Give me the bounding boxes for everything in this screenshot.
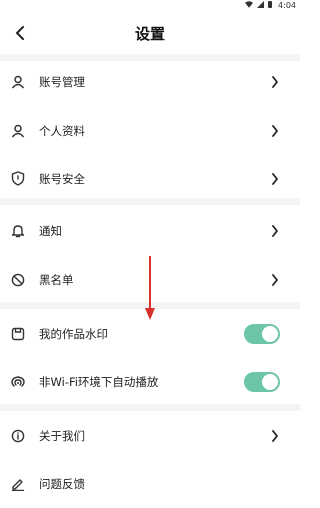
shield-icon — [10, 171, 26, 187]
settings-item-label: 账号安全 — [39, 171, 85, 186]
settings-item-label: 非Wi-Fi环境下自动播放 — [39, 374, 159, 389]
settings-item-account-management[interactable]: 账号管理 — [0, 57, 300, 106]
settings-item-watermark[interactable]: 我的作品水印 — [0, 309, 300, 358]
settings-item-label: 我的作品水印 — [39, 326, 108, 341]
bell-icon — [10, 223, 26, 239]
settings-item-label: 通知 — [39, 223, 62, 238]
watermark-toggle[interactable] — [244, 323, 280, 344]
settings-item-about-us[interactable]: 关于我们 — [0, 411, 300, 460]
settings-item-label: 黑名单 — [39, 272, 74, 287]
header: 设置 — [0, 12, 300, 54]
watermark-icon — [10, 326, 26, 342]
settings-item-label: 关于我们 — [39, 428, 85, 443]
toggle-knob — [262, 325, 278, 342]
signal-icon — [257, 1, 264, 8]
settings-item-autoplay-non-wifi[interactable]: 非Wi-Fi环境下自动播放 — [0, 357, 300, 406]
settings-item-label: 账号管理 — [39, 74, 85, 89]
chevron-right-icon — [270, 429, 280, 442]
chevron-right-icon — [270, 172, 280, 185]
toggle-knob — [262, 373, 278, 390]
chevron-right-icon — [270, 75, 280, 88]
settings-item-feedback[interactable]: 问题反馈 — [0, 459, 300, 508]
edit-icon — [10, 476, 26, 492]
wifi-icon — [245, 1, 253, 8]
status-time: 4:04 — [278, 1, 296, 10]
status-bar: 4:04 — [0, 0, 300, 12]
chevron-right-icon — [270, 224, 280, 237]
broadcast-icon — [10, 374, 26, 390]
group-divider — [0, 302, 300, 309]
group-divider — [0, 404, 300, 411]
settings-item-label: 个人资料 — [39, 123, 85, 138]
battery-icon — [268, 1, 272, 8]
settings-item-label: 问题反馈 — [39, 476, 85, 491]
chevron-right-icon — [270, 273, 280, 286]
autoplay-toggle[interactable] — [244, 371, 280, 392]
person-icon — [10, 123, 26, 139]
settings-item-account-security[interactable]: 账号安全 — [0, 154, 300, 203]
settings-item-profile[interactable]: 个人资料 — [0, 106, 300, 155]
person-icon — [10, 74, 26, 90]
settings-item-notifications[interactable]: 通知 — [0, 206, 300, 255]
chevron-right-icon — [270, 124, 280, 137]
group-divider — [0, 198, 300, 205]
info-icon — [10, 428, 26, 444]
blocked-icon — [10, 272, 26, 288]
page-title: 设置 — [134, 25, 165, 43]
system-icons — [245, 1, 272, 8]
settings-item-blacklist[interactable]: 黑名单 — [0, 255, 300, 304]
